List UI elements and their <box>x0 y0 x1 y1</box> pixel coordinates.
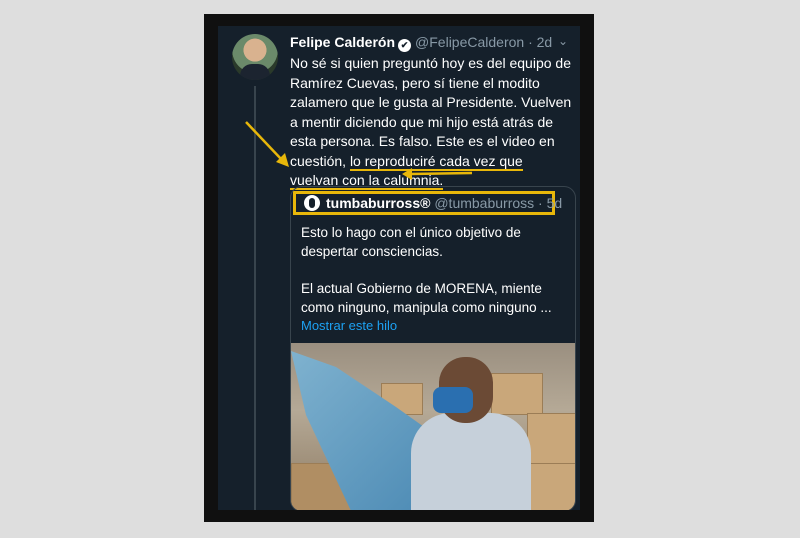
arrow-horizontal <box>409 171 473 176</box>
arrow-horizontal-head <box>402 168 412 180</box>
arrow-diagonal <box>245 121 283 161</box>
annotation-arrows <box>245 121 473 180</box>
